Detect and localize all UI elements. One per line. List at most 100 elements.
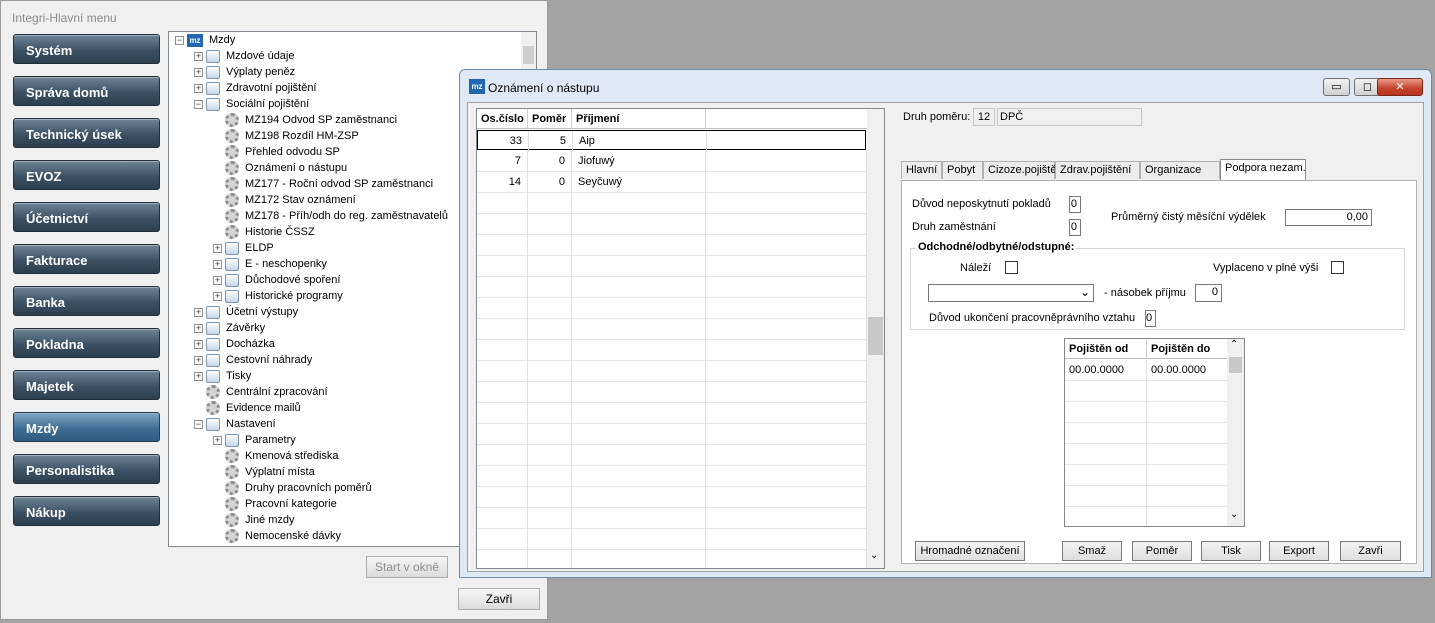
tree-node[interactable]: + Důchodové spoření [213,272,340,288]
tree-toggle-icon[interactable]: + [194,339,203,349]
scrollbar-thumb[interactable] [523,46,534,64]
tree-toggle-icon[interactable]: − [175,35,184,45]
tree-node[interactable]: + ELDP [213,240,274,256]
odchodne-select[interactable]: ⌄ [928,284,1094,302]
tree-toggle-icon[interactable]: + [213,435,222,445]
pomer-button[interactable]: Poměr [1132,541,1192,561]
zavri-button[interactable]: Zavři [1340,541,1401,561]
nalezi-checkbox[interactable] [1005,261,1018,274]
tree-node[interactable]: MZ194 Odvod SP zaměstnanci [213,112,397,128]
druh-zam-field[interactable]: 0 [1069,219,1081,236]
table-row[interactable] [1065,444,1227,465]
tree-node[interactable]: Pracovní kategorie [213,496,337,512]
start-in-window-button[interactable]: Start v okně [366,556,448,578]
duvod-field[interactable]: 0 [1069,196,1081,213]
tree-node[interactable]: Druhy pracovních poměrů [213,480,372,496]
table-row[interactable] [477,340,867,361]
nav-button-6[interactable]: Banka [13,286,160,316]
nav-button-4[interactable]: Účetnictví [13,202,160,232]
tree-node[interactable]: + Parametry [213,432,296,448]
tree-toggle-icon[interactable]: − [194,419,203,429]
tree-node[interactable]: Centrální zpracování [194,384,328,400]
nav-button-2[interactable]: Technický úsek [13,118,160,148]
tree-node[interactable]: Kmenová střediska [213,448,339,464]
tab-3[interactable]: Zdrav.pojištění [1055,161,1140,179]
table-row[interactable] [1065,486,1227,507]
tree-node[interactable]: + E - neschopenky [213,256,327,272]
table-row[interactable] [477,319,867,340]
table-row[interactable] [477,445,867,466]
table-row[interactable] [477,382,867,403]
prumer-field[interactable]: 0,00 [1285,209,1372,226]
tree-toggle-icon[interactable]: + [213,275,222,285]
nav-button-1[interactable]: Správa domů [13,76,160,106]
tree-node[interactable]: MZ177 - Roční odvod SP zaměstnanci [213,176,433,192]
table-row[interactable] [1065,423,1227,444]
table-row[interactable] [477,487,867,508]
minimize-button[interactable]: ▭ [1323,78,1350,96]
tree-node[interactable]: Jiné mzdy [213,512,295,528]
tree-node[interactable]: Oznámení o nástupu [213,160,347,176]
tree-node[interactable]: − Sociální pojištění [194,96,309,112]
col-header-prijmeni[interactable]: Příjmení [572,109,706,129]
tree-node[interactable]: MZ178 - Příh/odh do reg. zaměstnavatelů [213,208,448,224]
tree-toggle-icon[interactable]: + [213,291,222,301]
table-row[interactable] [477,403,867,424]
tree-node[interactable]: + Výplaty peněz [194,64,295,80]
tree-node[interactable]: Historie ČSSZ [213,224,315,240]
tree-toggle-icon[interactable]: + [194,307,203,317]
table-row[interactable] [477,193,867,214]
table-row[interactable] [477,298,867,319]
close-button[interactable]: Zavři [458,588,540,610]
tree-node[interactable]: Evidence mailů [194,400,301,416]
chevron-down-icon[interactable]: ⌄ [870,550,878,561]
tree-node[interactable]: MZ198 Rozdíl HM-ZSP [213,128,359,144]
tree-node[interactable]: − Nastavení [194,416,276,432]
table-row[interactable]: 7 0 Jiofuwý [477,151,867,172]
nav-button-5[interactable]: Fakturace [13,244,160,274]
tree-node[interactable]: Výplatní místa [213,464,315,480]
tree-node[interactable]: + Tisky [194,368,251,384]
col-header-os[interactable]: Os.číslo [477,109,528,129]
table-row[interactable] [477,361,867,382]
nav-button-8[interactable]: Majetek [13,370,160,400]
table-row[interactable] [1065,381,1227,402]
vyplaceno-checkbox[interactable] [1331,261,1344,274]
tab-2[interactable]: Cizoze.pojištění [983,161,1066,179]
tree-node[interactable]: + Účetní výstupy [194,304,298,320]
export-button[interactable]: Export [1269,541,1329,561]
pojisteni-scrollbar[interactable]: ⌃ ⌄ [1227,339,1244,526]
nav-button-11[interactable]: Nákup [13,496,160,526]
tree-toggle-icon[interactable]: + [194,51,203,61]
table-row[interactable] [477,214,867,235]
nav-button-7[interactable]: Pokladna [13,328,160,358]
tree-toggle-icon[interactable]: + [194,67,203,77]
nav-button-9[interactable]: Mzdy [13,412,160,442]
tab-1[interactable]: Pobyt [942,161,983,179]
table-row[interactable]: 14 0 Seyčuwý [477,172,867,193]
tree-node[interactable]: + Závěrky [194,320,265,336]
tree-node[interactable]: MZ172 Stav oznámení [213,192,356,208]
tab-0[interactable]: Hlavní [901,161,942,179]
col-header-pojisten-do[interactable]: Pojištěn do [1147,339,1227,359]
tree-toggle-icon[interactable]: + [194,355,203,365]
tree-node[interactable]: Přehled odvodu SP [213,144,340,160]
pojisteni-grid[interactable]: Pojištěn od Pojištěn do 00.00.0000 00.00.… [1064,338,1245,527]
smaz-button[interactable]: Smaž [1062,541,1122,561]
tree-toggle-icon[interactable]: + [213,259,222,269]
tree-node[interactable]: Nemocenské dávky [213,528,341,544]
scrollbar-thumb[interactable] [1229,357,1242,373]
nasobek-field[interactable]: 0 [1195,284,1222,302]
ukonceni-field[interactable]: 0 [1145,310,1156,327]
close-window-button[interactable]: ✕ [1377,78,1423,96]
tree-node[interactable]: − mz Mzdy [175,32,235,48]
nav-button-10[interactable]: Personalistika [13,454,160,484]
table-row[interactable] [477,256,867,277]
table-row[interactable] [1065,507,1227,526]
tree-node[interactable]: + Historické programy [213,288,343,304]
hromadne-button[interactable]: Hromadné označení [915,541,1025,561]
tree-toggle-icon[interactable]: + [213,243,222,253]
table-row[interactable] [477,508,867,529]
employee-grid[interactable]: Os.číslo Poměr Příjmení 33 5 Aip 7 0 Jiofuwý 1… [476,108,885,569]
table-row[interactable] [477,550,867,568]
